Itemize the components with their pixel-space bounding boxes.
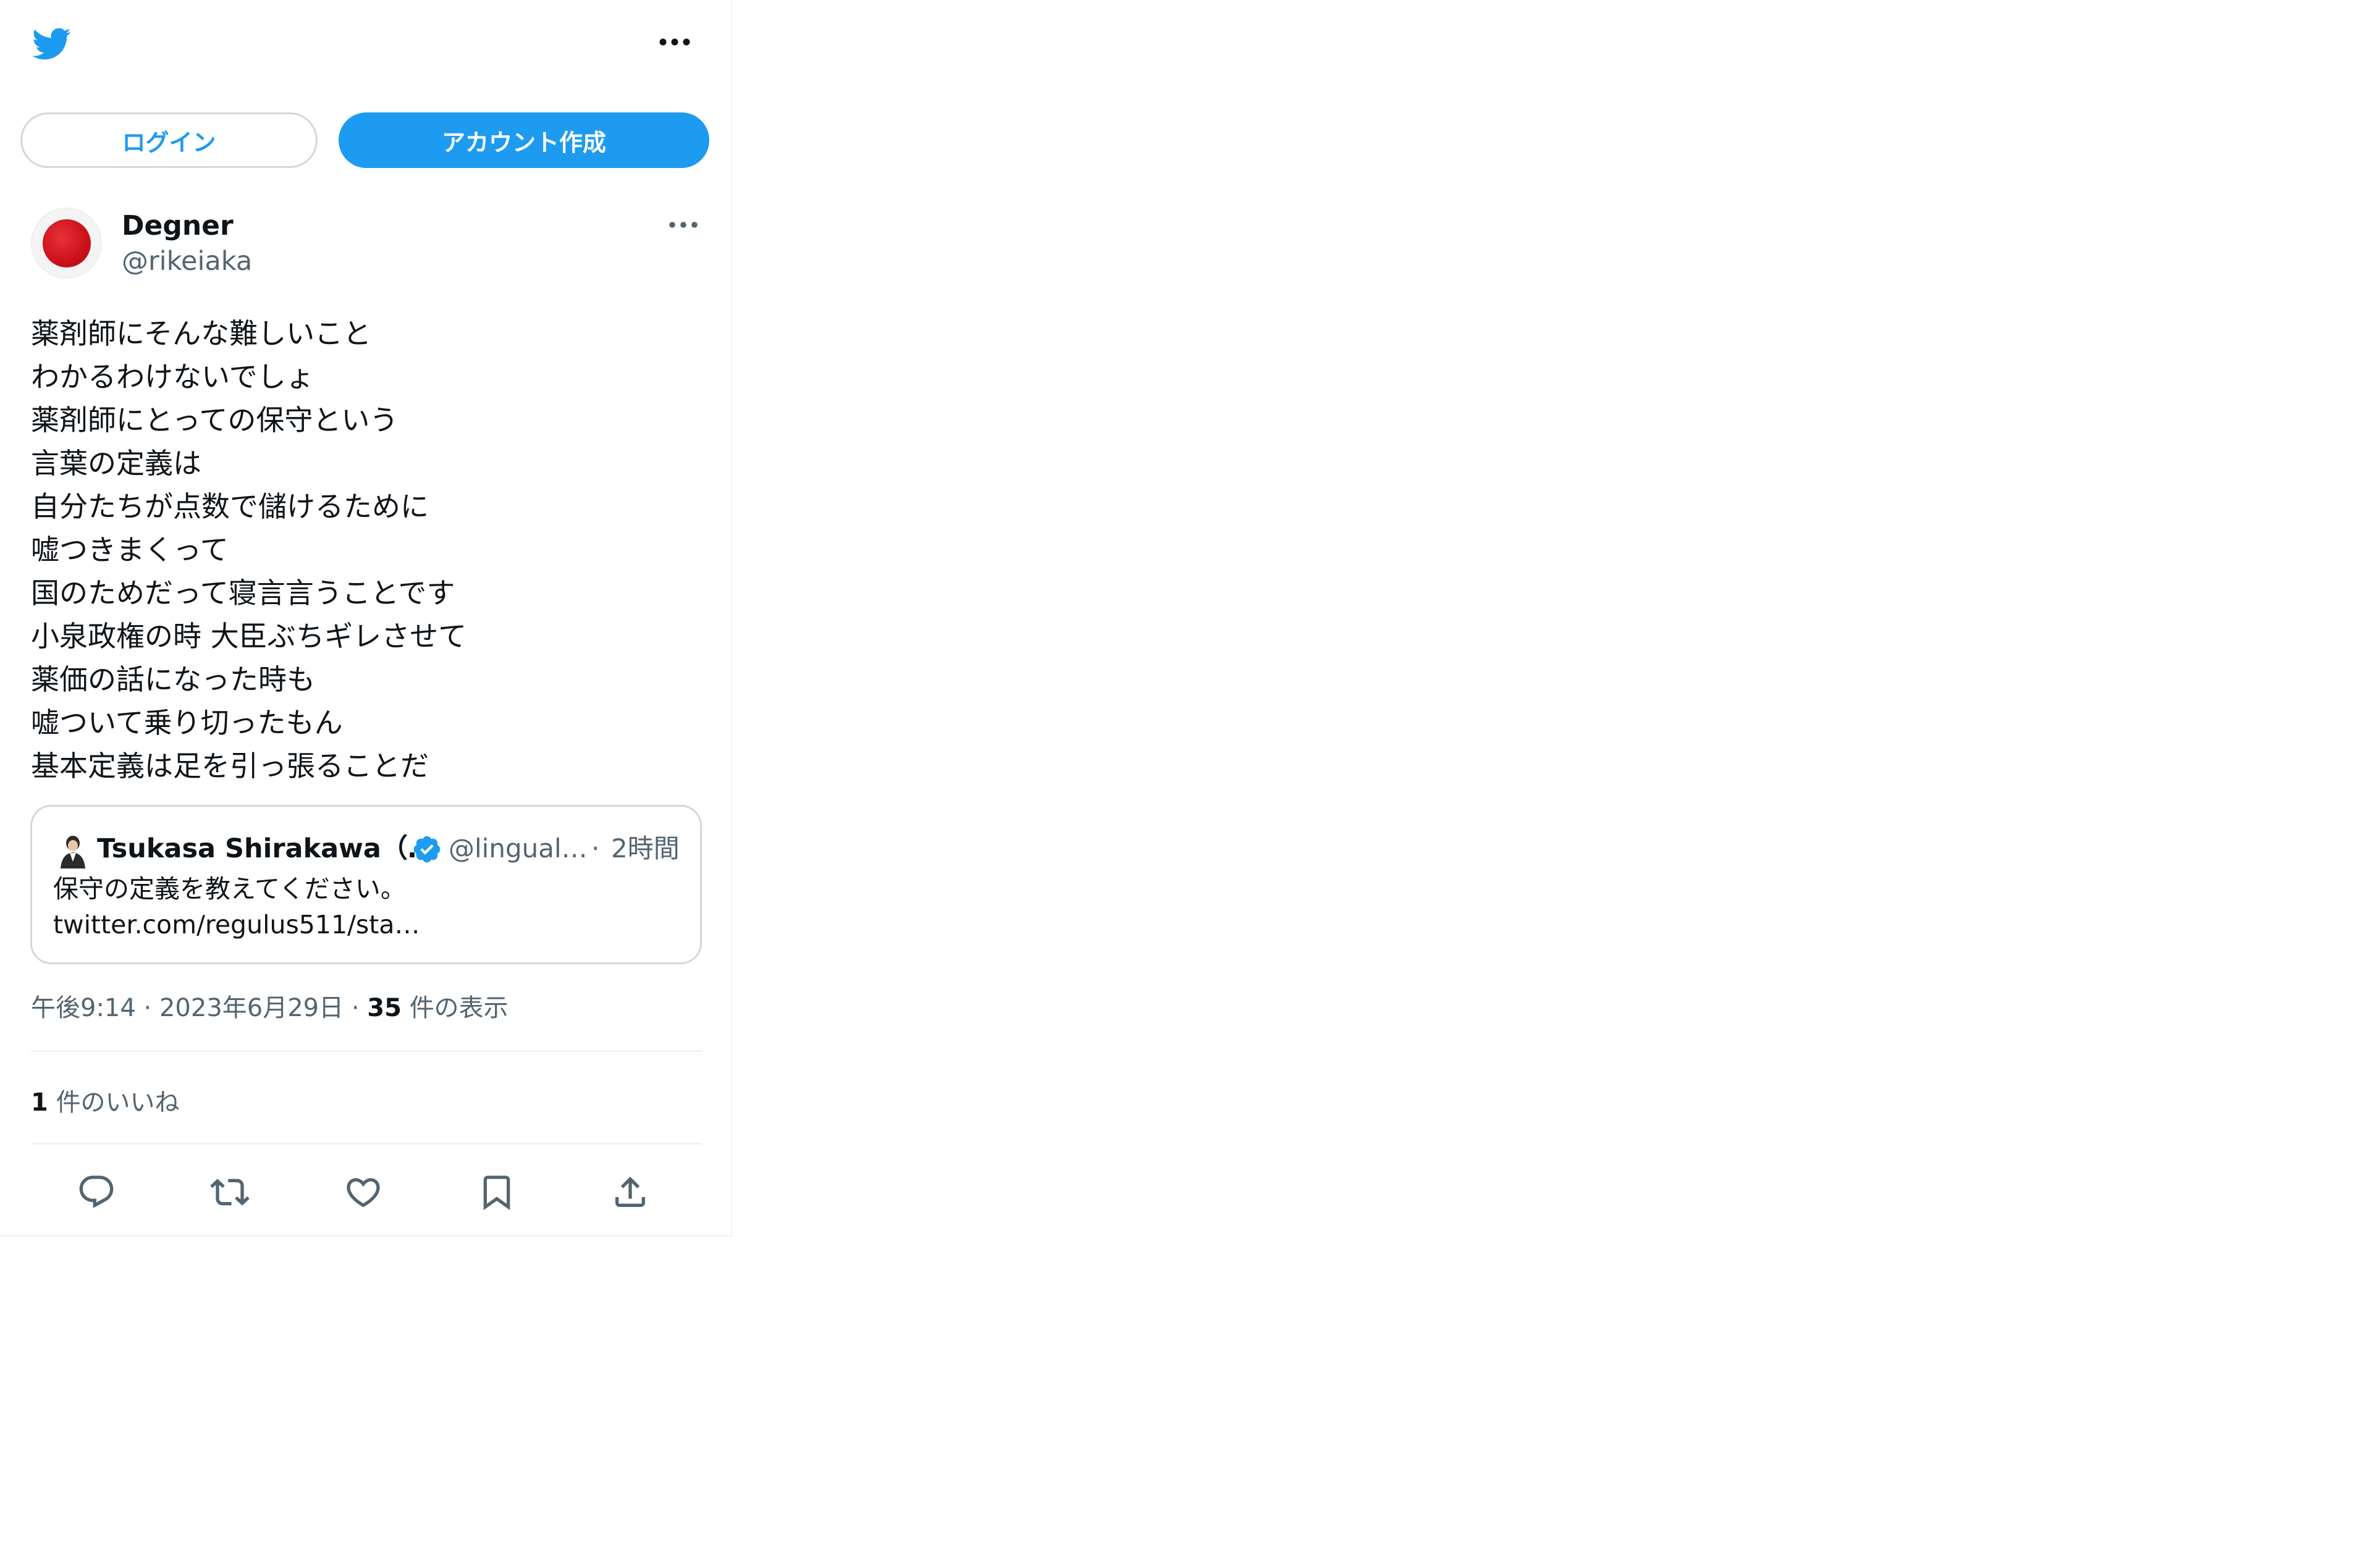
share-icon[interactable] xyxy=(610,1172,650,1212)
divider xyxy=(31,1050,702,1052)
twitter-bird-icon[interactable] xyxy=(28,23,74,64)
tweet-more-icon[interactable] xyxy=(669,221,698,229)
likes-link[interactable]: 1 件のいいね xyxy=(31,1084,180,1121)
tweet-page: ログイン アカウント作成 Degner @rikeiaka 薬剤師にそんな難しい… xyxy=(0,0,732,1237)
verified-badge-icon xyxy=(413,836,441,863)
quote-author-handle: @lingual… xyxy=(449,833,588,864)
reply-icon[interactable] xyxy=(77,1172,116,1212)
retweet-icon[interactable] xyxy=(210,1172,250,1212)
views-separator: · xyxy=(351,994,360,1022)
quote-link[interactable]: twitter.com/regulus511/sta… xyxy=(53,907,420,943)
tweet-time[interactable]: 午後9:14 xyxy=(31,994,136,1022)
views-label: 件の表示 xyxy=(409,994,508,1022)
tweet-date[interactable]: 2023年6月29日 xyxy=(159,994,344,1022)
avatar-red-circle xyxy=(43,219,91,267)
login-button[interactable]: ログイン xyxy=(20,112,318,168)
quote-author-name: Tsukasa Shirakawa（… xyxy=(97,833,434,864)
tweet-meta: 午後9:14 · 2023年6月29日 · 35 件の表示 xyxy=(31,990,508,1027)
avatar[interactable] xyxy=(31,208,102,279)
like-icon[interactable] xyxy=(344,1172,383,1212)
tweet-date-separator: · xyxy=(143,994,152,1022)
login-button-label: ログイン xyxy=(122,128,216,156)
signup-button-label: アカウント作成 xyxy=(441,128,606,156)
signup-button[interactable]: アカウント作成 xyxy=(339,112,709,168)
quoted-tweet[interactable]: Tsukasa Shirakawa（… @lingual… · 2時間 保守の定… xyxy=(30,805,702,964)
quote-time: 2時間 xyxy=(611,833,680,864)
likes-label: 件のいいね xyxy=(56,1088,180,1117)
author-handle[interactable]: @rikeiaka xyxy=(122,244,252,279)
bookmark-icon[interactable] xyxy=(477,1172,517,1212)
quote-separator: · xyxy=(591,833,600,864)
tweet-text: 薬剤師にそんな難しいこと わかるわけないでしょ 薬剤師にとっての保守という 言葉… xyxy=(31,317,467,783)
views-count: 35 xyxy=(367,994,402,1022)
author-name[interactable]: Degner xyxy=(122,209,234,243)
likes-count: 1 xyxy=(31,1088,48,1117)
quote-text: 保守の定義を教えてください。 xyxy=(53,874,406,904)
divider xyxy=(31,1143,702,1145)
more-horizontal-icon[interactable] xyxy=(659,37,690,47)
quote-avatar-icon xyxy=(61,836,85,868)
